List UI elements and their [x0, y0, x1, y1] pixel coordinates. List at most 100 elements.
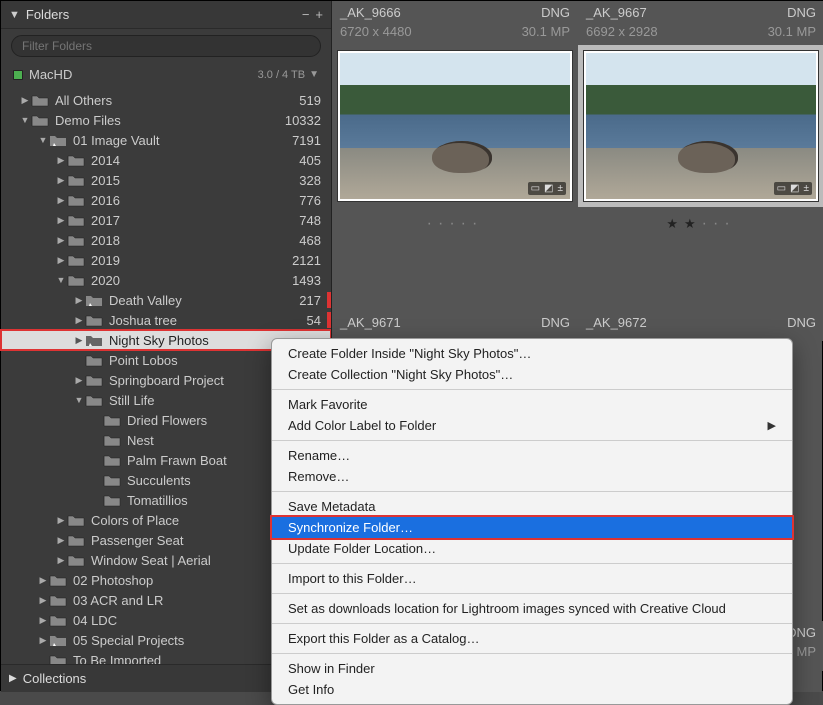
menu-item[interactable]: Get Info	[272, 679, 792, 700]
context-menu: Create Folder Inside "Night Sky Photos"……	[271, 338, 793, 705]
menu-item[interactable]: Mark Favorite	[272, 394, 792, 415]
folder-row[interactable]: ▶2015328	[1, 170, 331, 190]
badge-icon[interactable]: ±	[804, 183, 810, 194]
menu-item-label: Remove…	[288, 469, 776, 484]
menu-item[interactable]: Export this Folder as a Catalog…	[272, 628, 792, 649]
folder-label: Dried Flowers	[127, 413, 281, 428]
chevron-right-icon[interactable]: ▶	[73, 315, 85, 326]
menu-separator	[272, 389, 792, 390]
badge-icon[interactable]: ±	[558, 183, 564, 194]
chevron-right-icon[interactable]: ▶	[55, 515, 67, 526]
folder-row[interactable]: ▶All Others519	[1, 90, 331, 110]
folder-label: Tomatillios	[127, 493, 281, 508]
cell-header: _AK_9671DNG	[332, 311, 578, 334]
thumbnail-cell[interactable]: _AK_9667DNG6692 x 292830.1 MP▭◩±★★···	[578, 1, 823, 311]
menu-item-label: Get Info	[288, 682, 776, 697]
folder-row[interactable]: ▶2018468	[1, 230, 331, 250]
chevron-right-icon[interactable]: ▶	[55, 555, 67, 566]
menu-separator	[272, 623, 792, 624]
folder-row[interactable]: ▼01 Image Vault7191	[1, 130, 331, 150]
folder-icon	[85, 293, 103, 307]
folder-row[interactable]: ▶Death Valley217	[1, 290, 331, 310]
chevron-right-icon[interactable]: ▶	[37, 595, 49, 606]
chevron-down-icon: ▼	[9, 9, 20, 21]
folder-label: 2016	[91, 193, 281, 208]
chevron-right-icon[interactable]: ▶	[55, 175, 67, 186]
chevron-right-icon[interactable]: ▶	[73, 335, 85, 346]
menu-separator	[272, 563, 792, 564]
collections-title: Collections	[23, 671, 87, 686]
folder-row[interactable]: ▶2014405	[1, 150, 331, 170]
volume-name: MacHD	[29, 67, 258, 82]
thumbnail-cell[interactable]: _AK_9671DNG	[332, 311, 578, 341]
chevron-right-icon[interactable]: ▶	[37, 635, 49, 646]
filter-folders-input[interactable]	[11, 35, 321, 57]
volume-row[interactable]: MacHD 3.0 / 4 TB ▼	[1, 63, 331, 86]
chevron-right-icon[interactable]: ▶	[55, 535, 67, 546]
menu-item[interactable]: Import to this Folder…	[272, 568, 792, 589]
thumbnail-image[interactable]: ▭ ◩ ±	[584, 51, 818, 201]
chevron-down-icon[interactable]: ▼	[19, 115, 31, 125]
menu-item[interactable]: Save Metadata	[272, 496, 792, 517]
chevron-right-icon[interactable]: ▶	[73, 355, 85, 366]
menu-item-label: Add Color Label to Folder	[288, 418, 768, 433]
chevron-right-icon[interactable]: ▶	[19, 95, 31, 106]
badge-icon[interactable]: ▭	[531, 183, 540, 194]
folder-row[interactable]: ▼20201493	[1, 270, 331, 290]
menu-item[interactable]: Set as downloads location for Lightroom …	[272, 598, 792, 619]
chevron-right-icon[interactable]: ▶	[37, 615, 49, 626]
chevron-right-icon[interactable]: ▶	[91, 475, 103, 486]
menu-item[interactable]: Add Color Label to Folder▶	[272, 415, 792, 436]
rating-stars[interactable]: ★★···	[578, 207, 823, 241]
menu-item[interactable]: Remove…	[272, 466, 792, 487]
chevron-right-icon[interactable]: ▶	[73, 295, 85, 306]
menu-separator	[272, 440, 792, 441]
chevron-right-icon[interactable]: ▶	[91, 415, 103, 426]
chevron-right-icon[interactable]: ▶	[37, 575, 49, 586]
folder-row[interactable]: ▶2016776	[1, 190, 331, 210]
badge-icon[interactable]: ◩	[790, 183, 799, 194]
menu-item[interactable]: Show in Finder	[272, 658, 792, 679]
chevron-right-icon: ▶	[9, 673, 17, 684]
chevron-right-icon[interactable]: ▶	[91, 495, 103, 506]
plus-icon[interactable]: +	[315, 7, 323, 22]
chevron-right-icon[interactable]: ▶	[55, 255, 67, 266]
folder-icon	[103, 433, 121, 447]
folder-label: 01 Image Vault	[73, 133, 281, 148]
chevron-right-icon[interactable]: ▶	[73, 375, 85, 386]
chevron-right-icon[interactable]: ▶	[91, 455, 103, 466]
minus-icon[interactable]: −	[302, 7, 310, 22]
file-dims: 6720 x 4480	[340, 24, 522, 39]
badge-icon[interactable]: ◩	[544, 183, 553, 194]
menu-item[interactable]: Create Collection "Night Sky Photos"…	[272, 364, 792, 385]
folder-icon	[49, 133, 67, 147]
folder-row[interactable]: ▶20192121	[1, 250, 331, 270]
chevron-down-icon[interactable]: ▼	[37, 135, 49, 145]
folder-label: Demo Files	[55, 113, 281, 128]
thumbnail-cell[interactable]: _AK_9666DNG6720 x 448030.1 MP▭◩±·····	[332, 1, 578, 311]
badge-icon[interactable]: ▭	[777, 183, 786, 194]
panel-title: Folders	[26, 7, 296, 22]
menu-item[interactable]: Create Folder Inside "Night Sky Photos"…	[272, 343, 792, 364]
chevron-right-icon[interactable]: ▶	[91, 435, 103, 446]
chevron-down-icon[interactable]: ▼	[55, 275, 67, 285]
folder-count: 519	[281, 93, 321, 108]
folder-row[interactable]: ▼Demo Files10332	[1, 110, 331, 130]
chevron-right-icon[interactable]: ▶	[55, 195, 67, 206]
rating-stars[interactable]: ·····	[332, 207, 578, 241]
chevron-right-icon[interactable]: ▶	[55, 215, 67, 226]
menu-item[interactable]: Rename…	[272, 445, 792, 466]
folders-header[interactable]: ▼ Folders − +	[1, 1, 331, 29]
menu-item-label: Set as downloads location for Lightroom …	[288, 601, 776, 616]
folder-row[interactable]: ▶Joshua tree54	[1, 310, 331, 330]
chevron-down-icon[interactable]: ▼	[309, 69, 319, 80]
menu-item[interactable]: Update Folder Location…	[272, 538, 792, 559]
thumbnail-image[interactable]: ▭ ◩ ±	[338, 51, 572, 201]
chevron-right-icon[interactable]: ▶	[55, 155, 67, 166]
folder-row[interactable]: ▶2017748	[1, 210, 331, 230]
thumbnail-cell[interactable]: _AK_9672DNG	[578, 311, 823, 341]
menu-item[interactable]: Synchronize Folder…	[272, 517, 792, 538]
folder-icon	[85, 353, 103, 367]
chevron-down-icon[interactable]: ▼	[73, 395, 85, 405]
chevron-right-icon[interactable]: ▶	[55, 235, 67, 246]
